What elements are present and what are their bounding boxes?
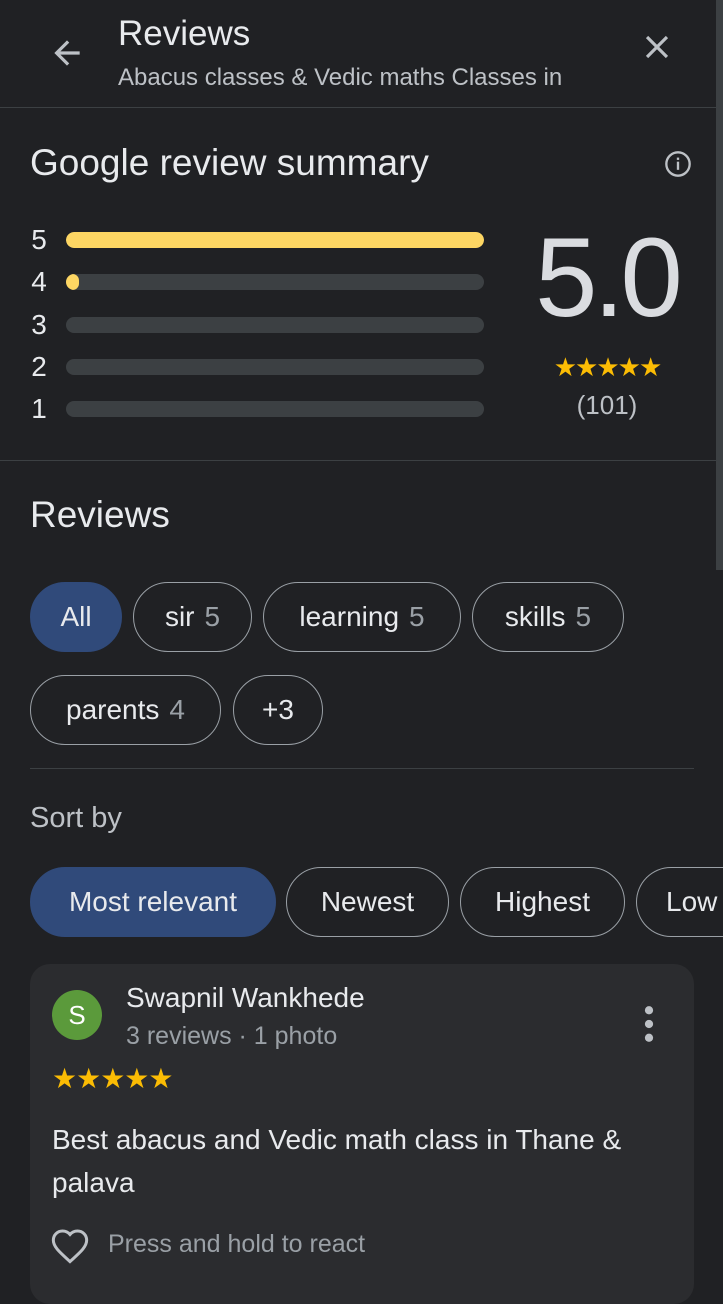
chip-label: Low bbox=[666, 886, 718, 917]
chip-count: 5 bbox=[409, 601, 425, 632]
bar-fill-4 bbox=[66, 274, 79, 290]
average-rating: 5.0 bbox=[535, 215, 683, 340]
chip-count: 5 bbox=[204, 601, 221, 632]
sort-lowest[interactable]: Low bbox=[636, 867, 723, 937]
bar-track-4[interactable] bbox=[66, 274, 484, 290]
review-stars: ★★★★★ bbox=[52, 1063, 174, 1094]
bar-track-1[interactable] bbox=[66, 401, 484, 417]
review-text: Best abacus and Vedic math class in Than… bbox=[52, 1124, 622, 1198]
rating-stars: ★★★★★ bbox=[553, 352, 663, 382]
chip-label: Most relevant bbox=[68, 886, 238, 917]
topic-chip-parents[interactable]: parents 4 bbox=[30, 675, 221, 745]
review-count: (101) bbox=[576, 390, 638, 420]
bar-label-5: 5 bbox=[31, 224, 47, 255]
topic-chip-skills[interactable]: skills 5 bbox=[472, 582, 624, 652]
bar-label-2: 2 bbox=[31, 351, 47, 382]
divider bbox=[0, 460, 716, 461]
chip-label: skills bbox=[504, 601, 566, 632]
scrollbar[interactable] bbox=[716, 0, 723, 570]
chip-count: 4 bbox=[169, 694, 185, 725]
topic-chip-more[interactable]: +3 bbox=[233, 675, 323, 745]
chip-label: sir bbox=[164, 601, 195, 632]
sort-newest[interactable]: Newest bbox=[286, 867, 449, 937]
reviewer-meta: 3 reviews · 1 photo bbox=[126, 1022, 338, 1050]
close-icon[interactable] bbox=[638, 28, 676, 66]
chip-label: +3 bbox=[262, 694, 294, 725]
info-icon[interactable] bbox=[664, 150, 692, 178]
topic-chip-learning[interactable]: learning 5 bbox=[263, 582, 461, 652]
divider bbox=[30, 768, 694, 769]
reviewer-name[interactable]: Swapnil Wankhede bbox=[126, 982, 365, 1014]
chip-label: Highest bbox=[495, 886, 590, 917]
bar-fill-5 bbox=[66, 232, 484, 248]
chip-label: parents bbox=[66, 694, 160, 725]
bar-label-3: 3 bbox=[31, 309, 47, 340]
arrow-back-icon[interactable] bbox=[48, 34, 86, 72]
bar-label-1: 1 bbox=[31, 393, 47, 424]
heart-icon[interactable] bbox=[50, 1226, 90, 1266]
bar-track-5[interactable] bbox=[66, 232, 484, 248]
avatar[interactable]: S bbox=[52, 990, 102, 1040]
chip-label: Newest bbox=[320, 886, 415, 917]
reviews-heading: Reviews bbox=[30, 494, 170, 535]
react-hint: Press and hold to react bbox=[108, 1230, 366, 1258]
page-title: Reviews bbox=[118, 14, 251, 53]
more-vert-icon[interactable] bbox=[632, 1002, 666, 1046]
bar-track-3[interactable] bbox=[66, 317, 484, 333]
sort-most-relevant[interactable]: Most relevant bbox=[30, 867, 276, 937]
chip-label: All bbox=[60, 601, 92, 632]
sort-by-label: Sort by bbox=[30, 802, 122, 834]
topic-chip-all[interactable]: All bbox=[30, 582, 122, 652]
bar-label-4: 4 bbox=[31, 266, 47, 297]
sort-highest[interactable]: Highest bbox=[460, 867, 625, 937]
topic-chip-sir[interactable]: sir 5 bbox=[133, 582, 252, 652]
chip-label: learning bbox=[299, 601, 400, 632]
bar-track-2[interactable] bbox=[66, 359, 484, 375]
chip-count: 5 bbox=[575, 601, 592, 632]
page-subtitle: Abacus classes & Vedic maths Classes in bbox=[118, 64, 563, 91]
summary-title: Google review summary bbox=[30, 142, 429, 183]
